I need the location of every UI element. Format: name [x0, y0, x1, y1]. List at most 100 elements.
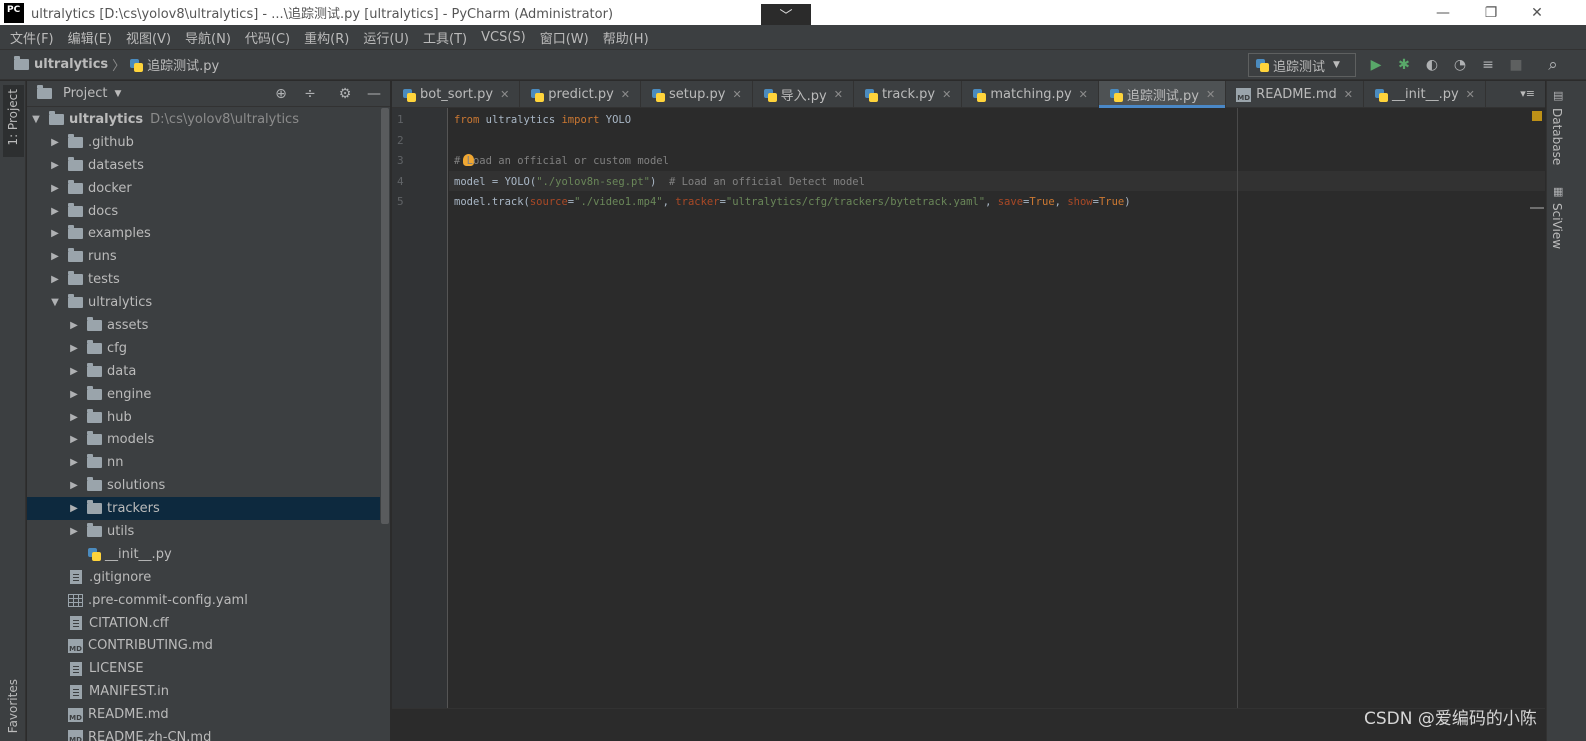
collapse-all-icon[interactable]: ÷	[301, 85, 319, 103]
chevron-down-icon[interactable]: ▼	[114, 89, 121, 99]
close-icon[interactable]: ✕	[500, 88, 509, 101]
collapsed-arrow-icon[interactable]: ▶	[69, 320, 79, 331]
collapsed-arrow-icon[interactable]: ▶	[50, 251, 60, 262]
tree-item[interactable]: LICENSE	[27, 657, 380, 680]
collapsed-arrow-icon[interactable]: ▶	[69, 457, 79, 468]
tree-item[interactable]: ▶ solutions	[27, 474, 380, 497]
collapsed-arrow-icon[interactable]: ▶	[69, 503, 79, 514]
minimize-button[interactable]: —	[1420, 0, 1466, 25]
chevron-down-icon[interactable]: ﹀	[761, 4, 811, 25]
tree-item[interactable]: .gitignore	[27, 566, 380, 589]
collapsed-arrow-icon[interactable]: ▶	[50, 160, 60, 171]
tree-item[interactable]: ▶ tests	[27, 268, 380, 291]
tree-item[interactable]: MANIFEST.in	[27, 680, 380, 703]
collapsed-arrow-icon[interactable]: ▶	[69, 480, 79, 491]
collapsed-arrow-icon[interactable]: ▶	[69, 343, 79, 354]
menu-item[interactable]: 重构(R)	[297, 28, 356, 47]
menu-item[interactable]: 工具(T)	[416, 28, 474, 47]
collapsed-arrow-icon[interactable]: ▶	[50, 228, 60, 239]
build-icon[interactable]: ≡	[1479, 56, 1497, 74]
menu-item[interactable]: 导航(N)	[178, 28, 238, 47]
collapsed-arrow-icon[interactable]: ▶	[50, 137, 60, 148]
editor-tab[interactable]: predict.py ✕	[520, 81, 641, 108]
gear-icon[interactable]: ⚙	[336, 85, 354, 103]
tree-item[interactable]: MD CONTRIBUTING.md	[27, 634, 380, 657]
collapsed-arrow-icon[interactable]: ▶	[50, 274, 60, 285]
close-icon[interactable]: ✕	[621, 88, 630, 101]
editor-tab[interactable]: matching.py ✕	[962, 81, 1099, 108]
sciview-tool-tab[interactable]: SciView	[1550, 203, 1564, 249]
tree-item[interactable]: ▶ cfg	[27, 337, 380, 360]
tree-item[interactable]: ▶ nn	[27, 451, 380, 474]
tree-item[interactable]: ▶ .github	[27, 131, 380, 154]
editor-tab[interactable]: MD README.md ✕	[1226, 81, 1365, 108]
menu-item[interactable]: 编辑(E)	[61, 28, 119, 47]
menu-item[interactable]: 视图(V)	[119, 28, 178, 47]
error-stripe-mark[interactable]	[1530, 207, 1544, 209]
restore-button[interactable]: ❐	[1468, 0, 1514, 25]
editor-tab[interactable]: 导入.py ✕	[753, 81, 854, 108]
tree-item[interactable]: ▶ runs	[27, 245, 380, 268]
tabs-menu-icon[interactable]: ▾≡	[1520, 87, 1535, 100]
tree-item[interactable]: __init__.py	[27, 543, 380, 566]
expanded-arrow-icon[interactable]: ▼	[50, 297, 60, 308]
code-editor[interactable]: from ultralytics import YOLO # Load an of…	[449, 108, 1545, 708]
breadcrumb-project[interactable]: ultralytics	[34, 57, 108, 72]
project-tree-scrollbar[interactable]	[381, 108, 389, 524]
menu-item[interactable]: 帮助(H)	[596, 28, 656, 47]
collapsed-arrow-icon[interactable]: ▶	[69, 526, 79, 537]
editor-tab[interactable]: __init__.py ✕	[1364, 81, 1486, 108]
run-configuration-select[interactable]: 追踪测试 ▼	[1248, 53, 1356, 77]
collapsed-arrow-icon[interactable]: ▶	[50, 183, 60, 194]
locate-icon[interactable]: ⊕	[272, 85, 290, 103]
tree-item[interactable]: ▶ examples	[27, 222, 380, 245]
coverage-icon[interactable]: ◐	[1423, 56, 1441, 74]
collapsed-arrow-icon[interactable]: ▶	[69, 434, 79, 445]
close-window-button[interactable]: ✕	[1514, 0, 1560, 25]
tree-item[interactable]: ▶ docs	[27, 200, 380, 223]
close-icon[interactable]: ✕	[834, 88, 843, 101]
close-icon[interactable]: ✕	[1206, 88, 1215, 101]
breadcrumb-file[interactable]: 追踪测试.py	[147, 55, 219, 74]
menu-item[interactable]: 文件(F)	[3, 28, 61, 47]
warning-stripe-icon[interactable]	[1532, 111, 1542, 121]
tree-item[interactable]: ▼ ultralytics	[27, 291, 380, 314]
editor-tab[interactable]: setup.py ✕	[641, 81, 753, 108]
expanded-arrow-icon[interactable]: ▼	[31, 114, 41, 125]
collapsed-arrow-icon[interactable]: ▶	[69, 412, 79, 423]
tree-item[interactable]: ▶ hub	[27, 406, 380, 429]
menu-item[interactable]: 运行(U)	[356, 28, 416, 47]
tree-item[interactable]: ▶ assets	[27, 314, 380, 337]
run-icon[interactable]: ▶	[1367, 56, 1385, 74]
editor-tab[interactable]: track.py ✕	[854, 81, 963, 108]
debug-icon[interactable]: ✱	[1395, 56, 1413, 74]
tree-item[interactable]: ▶ utils	[27, 520, 380, 543]
tree-item[interactable]: ▶ datasets	[27, 154, 380, 177]
tree-item[interactable]: MD README.md	[27, 703, 380, 726]
menu-item[interactable]: VCS(S)	[474, 30, 533, 45]
database-tool-tab[interactable]: Database	[1550, 108, 1564, 165]
close-icon[interactable]: ✕	[732, 88, 741, 101]
tree-item[interactable]: ▶ docker	[27, 177, 380, 200]
menu-item[interactable]: 代码(C)	[238, 28, 297, 47]
editor-tab[interactable]: bot_sort.py ✕	[392, 81, 521, 108]
tree-item[interactable]: ▶ engine	[27, 383, 380, 406]
tree-item[interactable]: ▶ models	[27, 428, 380, 451]
favorites-tool-tab[interactable]: Favorites	[6, 679, 20, 733]
close-icon[interactable]: ✕	[1344, 88, 1353, 101]
editor-tab[interactable]: 追踪测试.py ✕	[1098, 81, 1227, 108]
project-tool-tab[interactable]: 1: Project	[3, 85, 24, 157]
tree-item[interactable]: MD README.zh-CN.md	[27, 726, 380, 741]
profile-icon[interactable]: ◔	[1451, 56, 1469, 74]
tree-item[interactable]: .pre-commit-config.yaml	[27, 589, 380, 612]
tree-item[interactable]: ▶ trackers	[27, 497, 380, 521]
collapsed-arrow-icon[interactable]: ▶	[50, 206, 60, 217]
hide-panel-icon[interactable]: —	[365, 85, 383, 103]
close-icon[interactable]: ✕	[1466, 88, 1475, 101]
collapsed-arrow-icon[interactable]: ▶	[69, 366, 79, 377]
tree-item[interactable]: ▶ data	[27, 360, 380, 383]
menu-item[interactable]: 窗口(W)	[533, 28, 596, 47]
tree-item[interactable]: CITATION.cff	[27, 612, 380, 635]
tree-item[interactable]: ▼ ultralytics D:\cs\yolov8\ultralytics	[27, 108, 380, 131]
stop-icon[interactable]: ■	[1507, 56, 1525, 74]
